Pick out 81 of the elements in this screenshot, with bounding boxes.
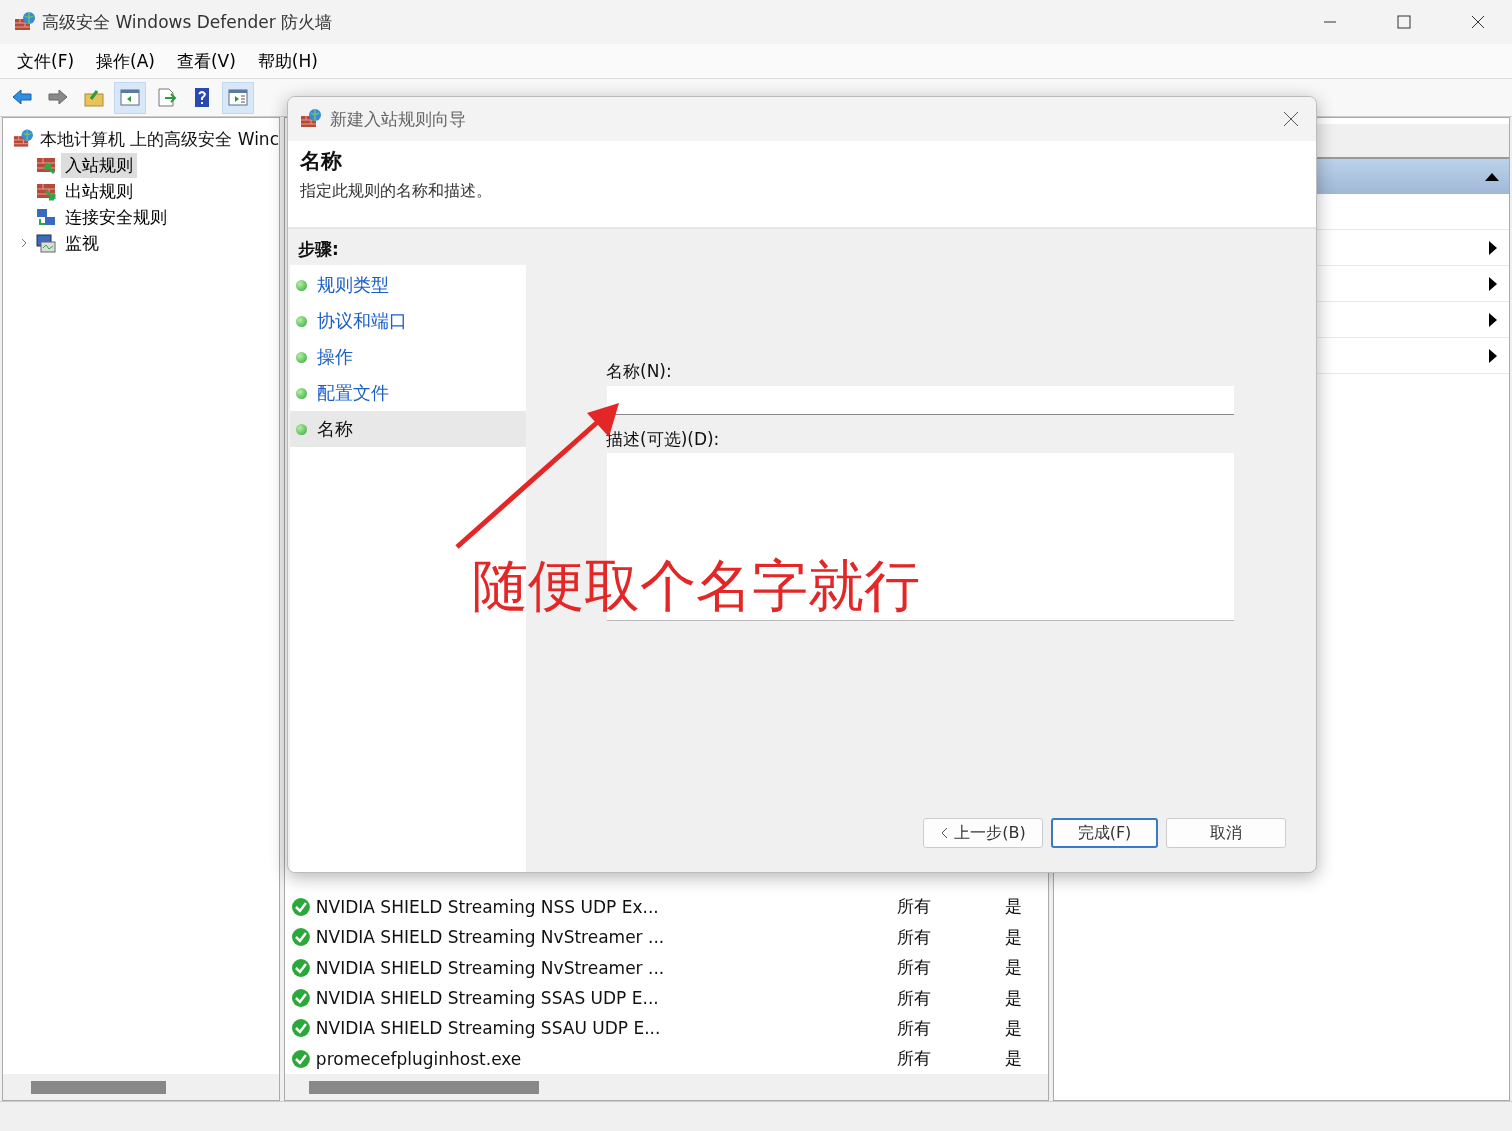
chevron-left-icon	[940, 827, 949, 839]
rule-name: NVIDIA SHIELD Streaming NSS UDP Ex...	[315, 896, 660, 917]
panel-icon	[227, 87, 249, 108]
tree-item[interactable]: 入站规则	[61, 152, 137, 178]
rule-profile: 所有	[896, 986, 932, 1010]
rule-profile: 所有	[896, 895, 932, 919]
tree-item[interactable]: 连接安全规则	[61, 204, 171, 230]
rule-name: NVIDIA SHIELD Streaming NvStreamer ...	[315, 927, 666, 948]
dialog-title: 新建入站规则向导	[330, 107, 467, 131]
monitor-icon	[35, 233, 57, 253]
rule-enabled: 是	[1005, 956, 1022, 980]
firewall-icon	[300, 108, 322, 130]
forward-arrow-icon	[47, 87, 69, 108]
menu-item[interactable]: 查看(V)	[165, 45, 247, 77]
network-icon	[35, 207, 57, 227]
finish-button[interactable]: 完成(F)	[1051, 818, 1158, 848]
rule-profile: 所有	[896, 956, 932, 980]
rule-profile: 所有	[896, 1047, 932, 1071]
rule-name: NVIDIA SHIELD Streaming SSAU UDP E...	[315, 1018, 662, 1039]
toolbar-button[interactable]	[114, 81, 146, 114]
bullet-icon	[296, 423, 307, 435]
rule-enabled: 是	[1005, 895, 1022, 919]
check-icon	[291, 1018, 311, 1039]
page-subtitle: 指定此规则的名称和描述。	[300, 181, 493, 202]
rule-enabled: 是	[1005, 1047, 1022, 1071]
back-arrow-icon	[11, 87, 33, 108]
menu-item[interactable]: 帮助(H)	[246, 45, 329, 77]
tree-item[interactable]: 出站规则	[61, 178, 137, 204]
field-label: 描述(可选)(D):	[606, 428, 720, 451]
firewall-icon	[35, 181, 57, 201]
cancel-button[interactable]: 取消	[1166, 818, 1286, 848]
wizard-step-link[interactable]: 配置文件	[317, 381, 389, 405]
panel-icon	[119, 87, 141, 108]
toolbar-button[interactable]	[222, 81, 254, 114]
menu-item[interactable]: 文件(F)	[6, 45, 86, 77]
firewall-icon	[14, 11, 36, 33]
rule-name: NVIDIA SHIELD Streaming NvStreamer ...	[315, 957, 666, 978]
bullet-icon	[296, 315, 307, 327]
check-icon	[291, 957, 311, 978]
rule-profile: 所有	[896, 1016, 932, 1040]
steps-label: 步骤:	[290, 233, 526, 265]
page-heading: 名称	[300, 148, 343, 175]
bullet-icon	[296, 387, 307, 399]
rule-name: promecefpluginhost.exe	[315, 1048, 523, 1069]
rule-enabled: 是	[1005, 986, 1022, 1010]
wizard-step-link[interactable]: 规则类型	[317, 273, 389, 297]
submenu-arrow-icon[interactable]	[1489, 348, 1497, 363]
window-title: 高级安全 Windows Defender 防火墙	[42, 10, 334, 34]
submenu-arrow-icon[interactable]	[1489, 240, 1497, 255]
firewall-icon	[13, 128, 34, 150]
maximize-icon	[1397, 15, 1411, 29]
menu-item[interactable]: 操作(A)	[85, 45, 166, 77]
bullet-icon	[296, 279, 307, 291]
wizard-step-link[interactable]: 操作	[317, 345, 353, 369]
rule-enabled: 是	[1005, 925, 1022, 949]
export-icon	[155, 87, 177, 108]
submenu-arrow-icon[interactable]	[1489, 312, 1497, 327]
firewall-icon	[35, 155, 57, 175]
collapse-triangle-icon[interactable]	[1485, 172, 1499, 181]
rule-name: NVIDIA SHIELD Streaming SSAS UDP E...	[315, 988, 660, 1008]
name-field[interactable]	[607, 386, 1234, 415]
scrollbar-thumb[interactable]	[31, 1080, 166, 1094]
folder-icon	[83, 87, 105, 108]
check-icon	[291, 927, 311, 948]
check-icon	[291, 896, 311, 917]
bullet-icon	[296, 351, 307, 363]
submenu-arrow-icon[interactable]	[1489, 276, 1497, 291]
close-icon	[1283, 111, 1299, 127]
rule-enabled: 是	[1005, 1016, 1022, 1040]
tree-item[interactable]: 监视	[61, 230, 103, 256]
close-icon	[1471, 15, 1485, 29]
rule-profile: 所有	[896, 925, 932, 949]
field-label: 名称(N):	[606, 360, 672, 383]
scrollbar-thumb[interactable]	[309, 1080, 539, 1094]
tree-root[interactable]: 本地计算机 上的高级安全 Winc	[39, 127, 279, 151]
check-icon	[291, 988, 311, 1008]
wizard-step[interactable]: 名称	[317, 417, 353, 441]
wizard-step-link[interactable]: 协议和端口	[317, 309, 407, 333]
back-button[interactable]: 上一步(B)	[923, 818, 1043, 848]
annotation-text: 随便取个名字就行	[472, 552, 920, 620]
check-icon	[291, 1048, 311, 1069]
